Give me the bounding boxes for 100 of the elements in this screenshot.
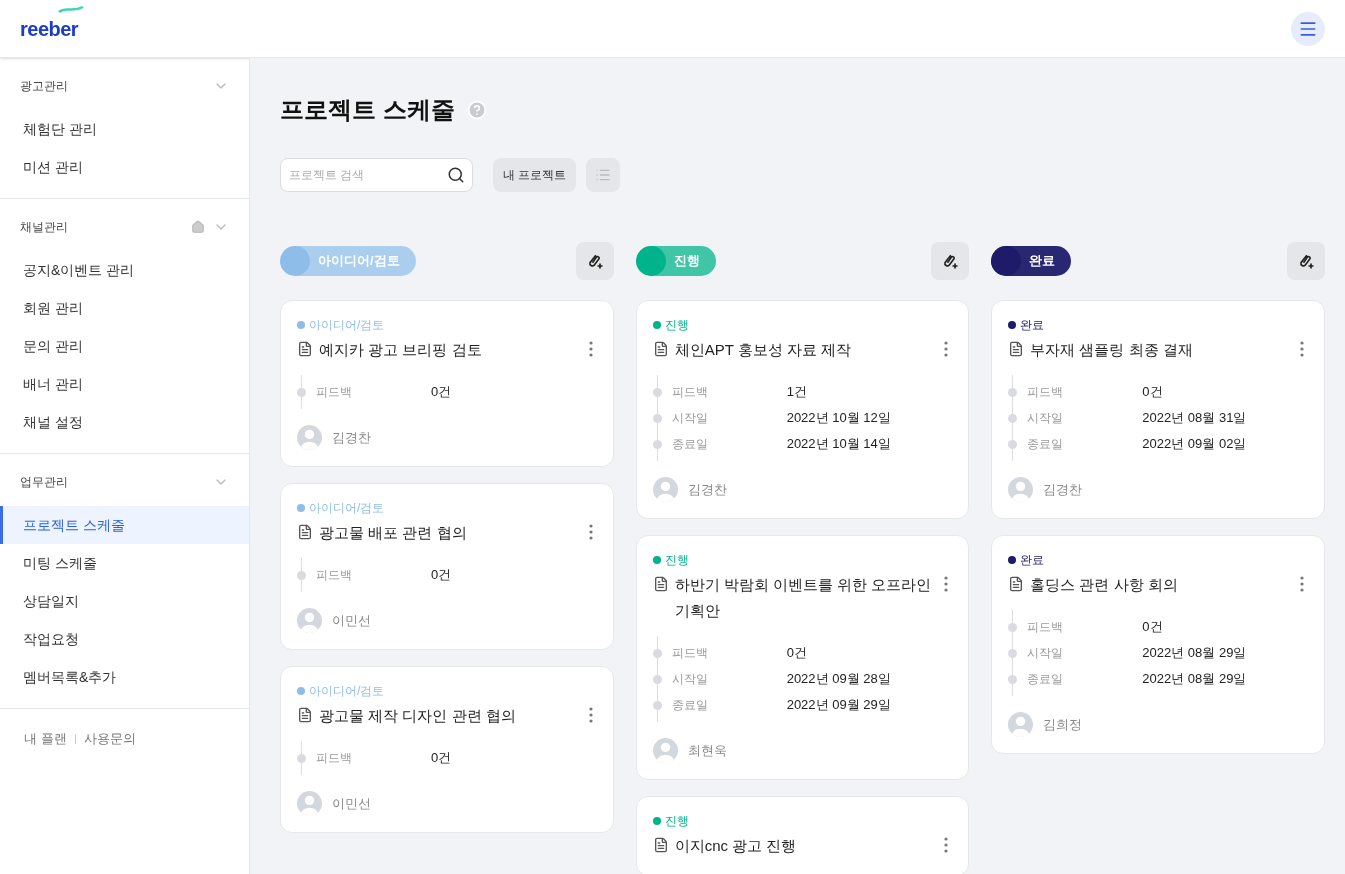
assignee-name: 김경찬 (1043, 480, 1083, 499)
document-icon (1008, 576, 1025, 592)
add-attachment-button[interactable] (931, 242, 970, 280)
status-label: 진행 (664, 317, 689, 333)
more-icon (588, 524, 593, 540)
field-label: 피드백 (671, 645, 709, 661)
status-label: 진행 (664, 813, 689, 829)
document-icon (652, 837, 669, 853)
field-label: 종료일 (671, 697, 709, 713)
assignee-name: 김경찬 (332, 428, 371, 447)
assignee-name: 이민선 (332, 611, 371, 630)
field-label: 시작일 (1027, 645, 1065, 661)
search-field[interactable]: 프로젝트 검색 (280, 158, 473, 192)
field-value: 0건 (431, 749, 452, 768)
my-projects-button[interactable]: 내 프로젝트 (493, 158, 577, 192)
avatar-icon (297, 791, 322, 816)
sidebar-item[interactable]: 체험단 관리 (0, 110, 249, 148)
more-icon (1300, 341, 1304, 357)
avatar-icon (297, 608, 322, 633)
sidebar-item[interactable]: 프로젝트 스케줄 (0, 506, 249, 544)
logo[interactable]: reeber (20, 17, 79, 40)
sidebar-item[interactable]: 미션 관리 (0, 148, 249, 186)
more-icon (944, 837, 949, 853)
more-icon (588, 707, 593, 723)
field-value: 0건 (431, 383, 452, 402)
field-value: 1건 (786, 383, 807, 402)
field-value: 0건 (1142, 383, 1163, 402)
status-label: 아이디어/검토 (309, 683, 385, 699)
field-label: 피드백 (316, 750, 353, 766)
project-card[interactable]: 진행 체인APT 홍보성 자료 제작 피드백 1건 시작일 2022년 10월 12일 종료일 2022년 10월 14일 김경찬 (635, 300, 970, 519)
logo-wave-icon (58, 5, 84, 14)
sidebar-item[interactable]: 공지&이벤트 관리 (0, 251, 249, 289)
project-card[interactable]: 아이디어/검토 예지카 광고 브리핑 검토 피드백 0건 김경찬 (280, 300, 614, 467)
project-card[interactable]: 진행 이지cnc 광고 진행 (635, 796, 970, 874)
assignee-name: 김희정 (1043, 715, 1083, 734)
document-icon (652, 341, 669, 357)
field-label: 피드백 (316, 384, 353, 400)
card-title: 하반기 박람회 이벤트를 위한 오프라인 기획안 (674, 575, 933, 621)
status-label: 완료 (1020, 317, 1045, 333)
page-title: 프로젝트 스케줄 (280, 95, 455, 125)
document-icon (297, 524, 313, 540)
menu-button[interactable] (1291, 11, 1325, 46)
card-title: 이지cnc 광고 진행 (674, 836, 798, 856)
field-value: 0건 (431, 566, 452, 585)
document-icon (652, 576, 669, 592)
avatar-icon (1008, 477, 1034, 502)
search-icon[interactable] (447, 166, 465, 184)
card-title: 홀딩스 관련 사항 회의 (1030, 575, 1179, 595)
assignee-name: 이민선 (332, 794, 371, 813)
sidebar-item[interactable]: 배너 관리 (0, 365, 249, 403)
field-value: 0건 (1142, 618, 1163, 637)
column-status-pill: 아이디어/검토 (280, 246, 416, 276)
field-label: 시작일 (671, 410, 709, 426)
group-title: 업무관리 (20, 474, 68, 490)
assignee-name: 김경찬 (687, 480, 727, 499)
field-label: 종료일 (1027, 436, 1065, 452)
project-card[interactable]: 아이디어/검토 광고물 제작 디자인 관련 협의 피드백 0건 이민선 (280, 666, 614, 833)
add-attachment-button[interactable] (575, 242, 614, 280)
status-label: 아이디어/검토 (309, 500, 385, 516)
sidebar-item[interactable]: 회원 관리 (0, 289, 249, 327)
field-value: 2022년 09월 29일 (786, 696, 891, 715)
field-value: 2022년 09월 28일 (786, 670, 891, 689)
card-title: 광고물 제작 디자인 관련 협의 (319, 706, 517, 726)
assignee-name: 최현욱 (687, 741, 727, 760)
avatar-icon (652, 477, 678, 502)
sidebar-item[interactable]: 상담일지 (0, 582, 249, 620)
sidebar-item[interactable]: 미팅 스케줄 (0, 544, 249, 582)
add-attachment-button[interactable] (1287, 242, 1325, 280)
more-icon (588, 341, 593, 357)
project-card[interactable]: 아이디어/검토 광고물 배포 관련 협의 피드백 0건 이민선 (280, 483, 614, 650)
sidebar-item[interactable]: 작업요청 (0, 620, 249, 658)
field-value: 2022년 08월 29일 (1142, 644, 1247, 663)
more-icon (944, 341, 949, 357)
avatar-icon (1008, 712, 1034, 737)
field-value: 2022년 08월 31일 (1142, 409, 1247, 428)
field-label: 종료일 (671, 436, 709, 452)
sidebar-item[interactable]: 문의 관리 (0, 327, 249, 365)
sidebar-item[interactable]: 멤버목록&추가 (0, 658, 249, 696)
field-label: 피드백 (1027, 619, 1065, 635)
field-label: 시작일 (671, 671, 709, 687)
more-icon (1300, 576, 1304, 592)
column-status-pill: 완료 (991, 246, 1072, 276)
sidebar-item[interactable]: 채널 설정 (0, 403, 249, 441)
list-icon (595, 167, 612, 183)
avatar-icon (652, 738, 678, 763)
project-card[interactable]: 완료 홀딩스 관련 사항 회의 피드백 0건 시작일 2022년 08월 29일 종료일 2022년 08월 29일 김희정 (991, 535, 1325, 754)
field-value: 2022년 09월 02일 (1142, 435, 1247, 454)
project-card[interactable]: 완료 부자재 샘플링 최종 결재 피드백 0건 시작일 2022년 08월 31일 종료일 2022년 09월 02일 김경찬 (991, 300, 1325, 519)
document-icon (297, 707, 313, 723)
card-title: 체인APT 홍보성 자료 제작 (674, 340, 853, 360)
avatar-icon (297, 425, 322, 450)
footer-link[interactable]: 내 플랜 (24, 729, 67, 749)
column-status-pill: 진행 (635, 246, 716, 276)
field-value: 2022년 10월 14일 (786, 435, 891, 454)
project-card[interactable]: 진행 하반기 박람회 이벤트를 위한 오프라인 기획안 피드백 0건 시작일 2022년 09월 28일 종료일 2022년 09월 29일 최현욱 (635, 535, 970, 780)
document-icon (1008, 341, 1025, 357)
card-title: 광고물 배포 관련 협의 (319, 523, 468, 543)
field-label: 피드백 (316, 567, 353, 583)
footer-link[interactable]: 사용문의 (83, 729, 136, 749)
more-icon (944, 576, 949, 592)
